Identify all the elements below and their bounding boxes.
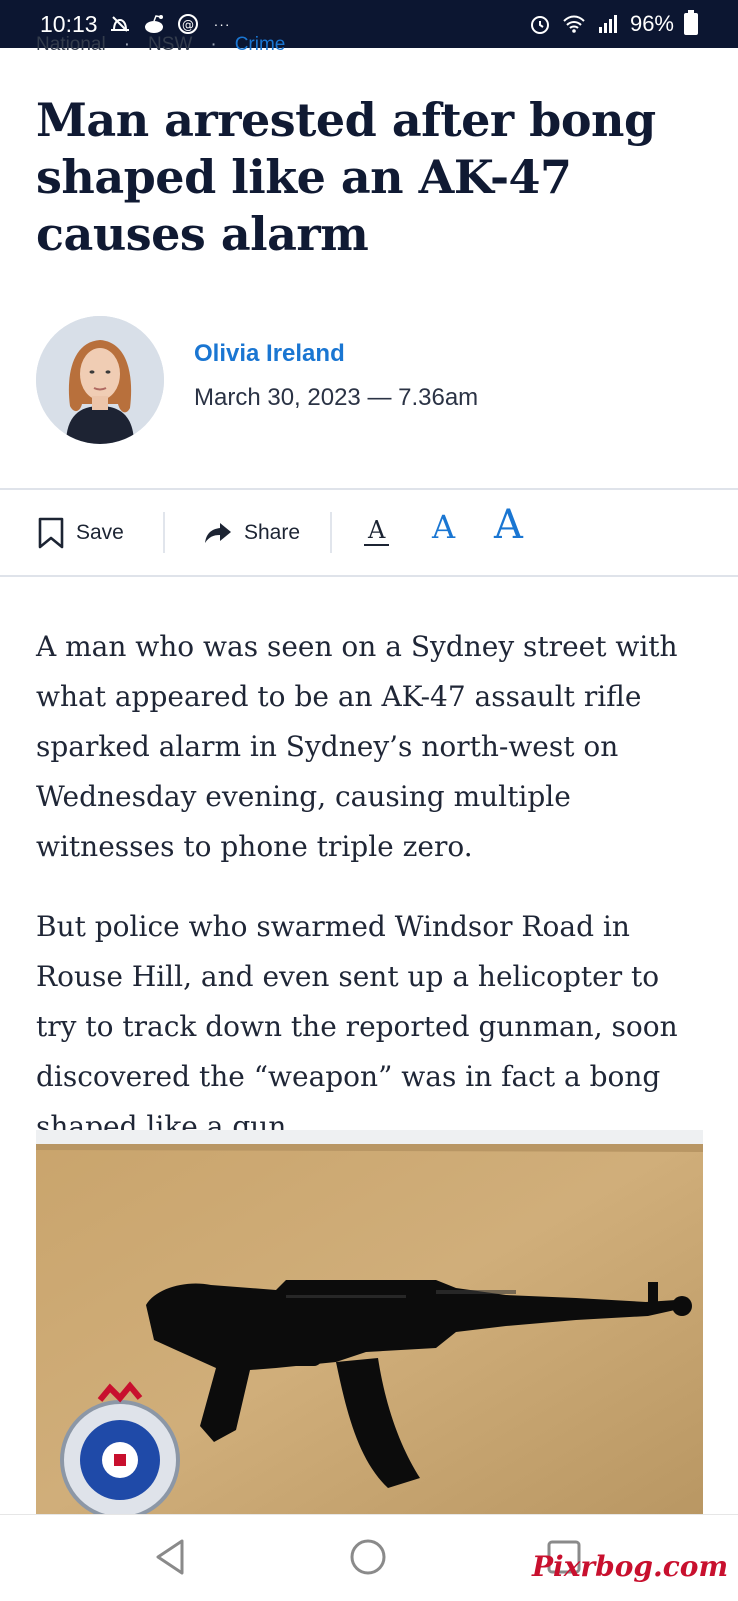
home-icon[interactable]	[348, 1537, 388, 1577]
font-size-medium-button[interactable]: A	[432, 508, 455, 546]
signal-icon	[598, 15, 617, 33]
breadcrumb-item-national[interactable]: National	[36, 34, 106, 56]
article-paragraph: But police who swarmed Windsor Road in R…	[36, 910, 678, 1143]
bong-rifle-photo	[36, 1130, 703, 1514]
article-paragraph: A man who was seen on a Sydney street wi…	[36, 630, 678, 863]
toolbar-divider	[330, 512, 332, 553]
battery-percent: 96%	[629, 11, 674, 36]
article-title: Man arrested after bong shaped like an A…	[36, 93, 656, 261]
svg-text:@: @	[182, 18, 194, 32]
breadcrumb-item-crime[interactable]: Crime	[235, 34, 286, 56]
avatar[interactable]	[36, 316, 164, 444]
article-toolbar: Save Share A A A	[0, 488, 738, 577]
blocked-notification-icon	[110, 16, 129, 32]
save-label: Save	[76, 520, 124, 544]
alarm-icon	[530, 16, 549, 34]
author-portrait	[36, 316, 164, 444]
share-button[interactable]: Share	[204, 490, 300, 575]
more-notifications: ···	[213, 16, 231, 32]
breadcrumb-separator: ·	[123, 34, 131, 55]
breadcrumb-item-nsw[interactable]: NSW	[148, 34, 192, 56]
wifi-icon	[563, 15, 585, 33]
publish-date: March 30, 2023 — 7.36am	[194, 384, 479, 411]
breadcrumb-separator: ·	[210, 34, 217, 55]
toolbar-divider	[163, 512, 165, 553]
bookmark-icon	[38, 517, 64, 548]
share-label: Share	[244, 520, 301, 544]
save-button[interactable]: Save	[38, 490, 124, 575]
breadcrumb: National · NSW · Crime	[36, 34, 285, 56]
reddit-icon	[144, 15, 163, 33]
battery-icon	[684, 10, 698, 35]
author-link[interactable]: Olivia Ireland	[194, 340, 345, 368]
watermark: Pixrbog.com	[532, 1550, 729, 1583]
font-size-small-button[interactable]: A	[364, 516, 390, 546]
share-arrow-icon	[205, 522, 231, 543]
font-size-large-button[interactable]: A	[494, 502, 523, 548]
app-icon: @	[177, 14, 198, 34]
back-icon[interactable]	[152, 1537, 188, 1577]
article-image[interactable]	[36, 1130, 703, 1514]
